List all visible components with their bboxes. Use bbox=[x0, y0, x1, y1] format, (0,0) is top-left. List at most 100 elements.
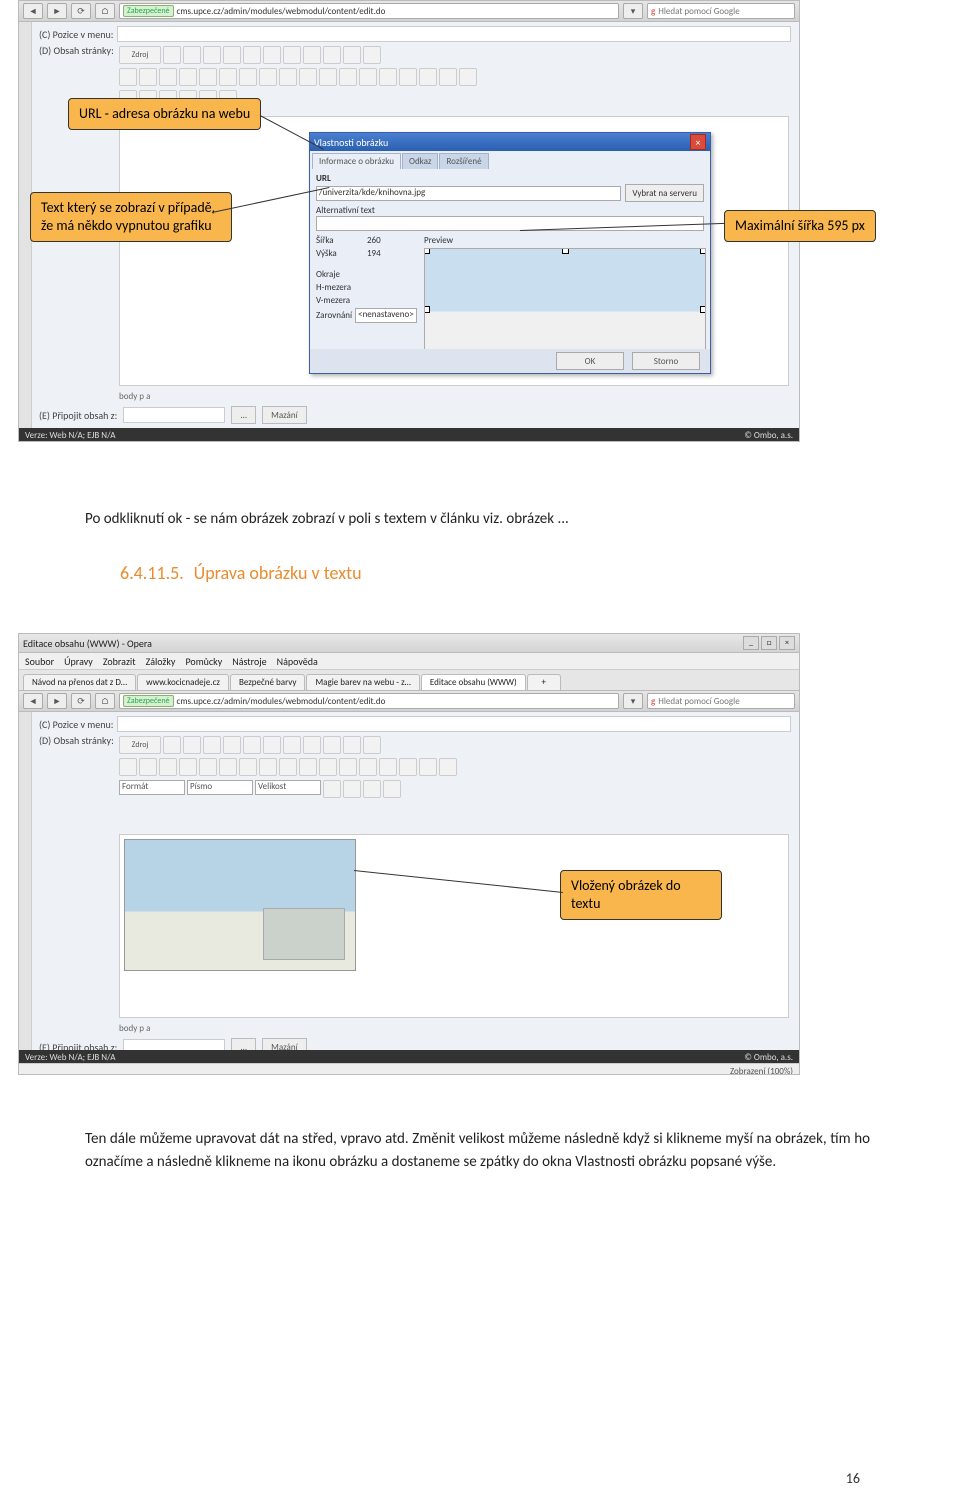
height-input[interactable]: 194 bbox=[367, 248, 407, 259]
tab-link[interactable]: Odkaz bbox=[402, 153, 439, 169]
toolbar-btn[interactable] bbox=[163, 736, 181, 754]
toolbar-btn[interactable] bbox=[119, 758, 137, 776]
toolbar-btn[interactable] bbox=[183, 46, 201, 64]
toolbar-btn[interactable] bbox=[303, 736, 321, 754]
toolbar-btn[interactable] bbox=[139, 758, 157, 776]
toolbar-btn[interactable] bbox=[219, 68, 237, 86]
toolbar-btn[interactable] bbox=[223, 46, 241, 64]
toolbar-btn[interactable] bbox=[243, 736, 261, 754]
back-button[interactable]: ◄ bbox=[23, 3, 43, 19]
toolbar-btn[interactable] bbox=[319, 758, 337, 776]
reload-button[interactable]: ⟳ bbox=[71, 693, 91, 709]
toolbar-btn[interactable] bbox=[303, 46, 321, 64]
browser-tab[interactable]: Magie barev na webu - z… bbox=[306, 674, 419, 690]
toolbar-btn[interactable] bbox=[363, 736, 381, 754]
toolbar-btn[interactable] bbox=[323, 46, 341, 64]
menu-item[interactable]: Pomůcky bbox=[185, 655, 222, 668]
toolbar-btn[interactable] bbox=[439, 68, 457, 86]
toolbar-btn[interactable] bbox=[139, 68, 157, 86]
toolbar-btn[interactable] bbox=[343, 736, 361, 754]
source-button[interactable]: Zdroj bbox=[119, 46, 161, 64]
forward-button[interactable]: ► bbox=[47, 693, 67, 709]
inserted-image[interactable] bbox=[124, 839, 356, 971]
alt-input[interactable] bbox=[316, 216, 704, 231]
toolbar-btn[interactable] bbox=[339, 68, 357, 86]
toolbar-btn[interactable] bbox=[279, 758, 297, 776]
maximize-icon[interactable]: □ bbox=[761, 636, 777, 650]
toolbar-btn[interactable] bbox=[263, 736, 281, 754]
toolbar-btn[interactable] bbox=[283, 736, 301, 754]
address-bar[interactable]: Zabezpečené cms.upce.cz/admin/modules/we… bbox=[119, 693, 619, 709]
toolbar-btn[interactable] bbox=[459, 68, 477, 86]
toolbar-btn[interactable] bbox=[399, 758, 417, 776]
browser-tab[interactable]: Bezpečné barvy bbox=[230, 674, 306, 690]
toolbar-btn[interactable] bbox=[339, 758, 357, 776]
menu-item[interactable]: Nápověda bbox=[277, 655, 318, 668]
address-bar[interactable]: Zabezpečené cms.upce.cz/admin/modules/we… bbox=[119, 3, 619, 19]
menu-position-input[interactable] bbox=[117, 716, 791, 732]
toolbar-btn[interactable] bbox=[243, 46, 261, 64]
minimize-icon[interactable]: _ bbox=[743, 636, 759, 650]
toolbar-btn[interactable] bbox=[203, 736, 221, 754]
toolbar-btn[interactable] bbox=[219, 758, 237, 776]
toolbar-btn[interactable] bbox=[343, 780, 361, 798]
url-input[interactable]: /univerzita/kde/knihovna.jpg bbox=[316, 186, 621, 201]
dialog-titlebar[interactable]: Vlastnosti obrázku × bbox=[310, 133, 710, 151]
new-tab-button[interactable]: + bbox=[527, 674, 561, 690]
toolbar-btn[interactable] bbox=[299, 758, 317, 776]
editor-canvas-2[interactable] bbox=[119, 834, 789, 1018]
tab-image-info[interactable]: Informace o obrázku bbox=[312, 153, 401, 169]
toolbar-btn[interactable] bbox=[379, 68, 397, 86]
toolbar-btn[interactable] bbox=[359, 68, 377, 86]
toolbar-btn[interactable] bbox=[203, 46, 221, 64]
browser-tab-active[interactable]: Editace obsahu (WWW) bbox=[421, 674, 526, 690]
toolbar-btn[interactable] bbox=[183, 736, 201, 754]
cancel-button[interactable]: Storno bbox=[632, 352, 700, 370]
forward-button[interactable]: ► bbox=[47, 3, 67, 19]
delete-button[interactable]: Mazání bbox=[262, 406, 307, 424]
dropdown-icon[interactable]: ▾ bbox=[623, 3, 643, 19]
dropdown-icon[interactable]: ▾ bbox=[623, 693, 643, 709]
source-button[interactable]: Zdroj bbox=[119, 736, 161, 754]
toolbar-btn[interactable] bbox=[323, 736, 341, 754]
toolbar-btn[interactable] bbox=[239, 758, 257, 776]
toolbar-btn[interactable] bbox=[159, 758, 177, 776]
toolbar-btn[interactable] bbox=[163, 46, 181, 64]
menu-item[interactable]: Zobrazit bbox=[103, 655, 136, 668]
toolbar-btn[interactable] bbox=[239, 68, 257, 86]
toolbar-btn[interactable] bbox=[199, 758, 217, 776]
close-icon[interactable]: × bbox=[690, 134, 706, 150]
toolbar-btn[interactable] bbox=[419, 68, 437, 86]
toolbar-btn[interactable] bbox=[223, 736, 241, 754]
menu-position-input[interactable] bbox=[117, 26, 791, 42]
toolbar-btn[interactable] bbox=[263, 46, 281, 64]
toolbar-btn[interactable] bbox=[343, 46, 361, 64]
toolbar-btn[interactable] bbox=[319, 68, 337, 86]
menu-item[interactable]: Nástroje bbox=[232, 655, 266, 668]
home-button[interactable]: ⌂ bbox=[95, 693, 115, 709]
toolbar-btn[interactable] bbox=[279, 68, 297, 86]
toolbar-btn[interactable] bbox=[379, 758, 397, 776]
toolbar-btn[interactable] bbox=[259, 758, 277, 776]
toolbar-btn[interactable] bbox=[439, 758, 457, 776]
width-input[interactable]: 260 bbox=[367, 235, 407, 246]
format-select[interactable]: Formát bbox=[119, 780, 185, 795]
toolbar-btn[interactable] bbox=[259, 68, 277, 86]
tab-advanced[interactable]: Rozšířené bbox=[439, 153, 488, 169]
align-select[interactable]: <nenastaveno> bbox=[355, 308, 417, 323]
menu-item[interactable]: Úpravy bbox=[64, 655, 93, 668]
toolbar-btn[interactable] bbox=[383, 780, 401, 798]
size-select[interactable]: Velikost bbox=[255, 780, 321, 795]
toolbar-btn[interactable] bbox=[179, 758, 197, 776]
toolbar-btn[interactable] bbox=[323, 780, 341, 798]
reload-button[interactable]: ⟳ bbox=[71, 3, 91, 19]
menu-item[interactable]: Soubor bbox=[25, 655, 54, 668]
toolbar-btn[interactable] bbox=[419, 758, 437, 776]
back-button[interactable]: ◄ bbox=[23, 693, 43, 709]
toolbar-btn[interactable] bbox=[363, 780, 381, 798]
menu-item[interactable]: Záložky bbox=[146, 655, 176, 668]
search-box[interactable]: g Hledat pomocí Google bbox=[647, 3, 795, 19]
toolbar-btn[interactable] bbox=[179, 68, 197, 86]
toolbar-btn[interactable] bbox=[159, 68, 177, 86]
toolbar-btn[interactable] bbox=[283, 46, 301, 64]
